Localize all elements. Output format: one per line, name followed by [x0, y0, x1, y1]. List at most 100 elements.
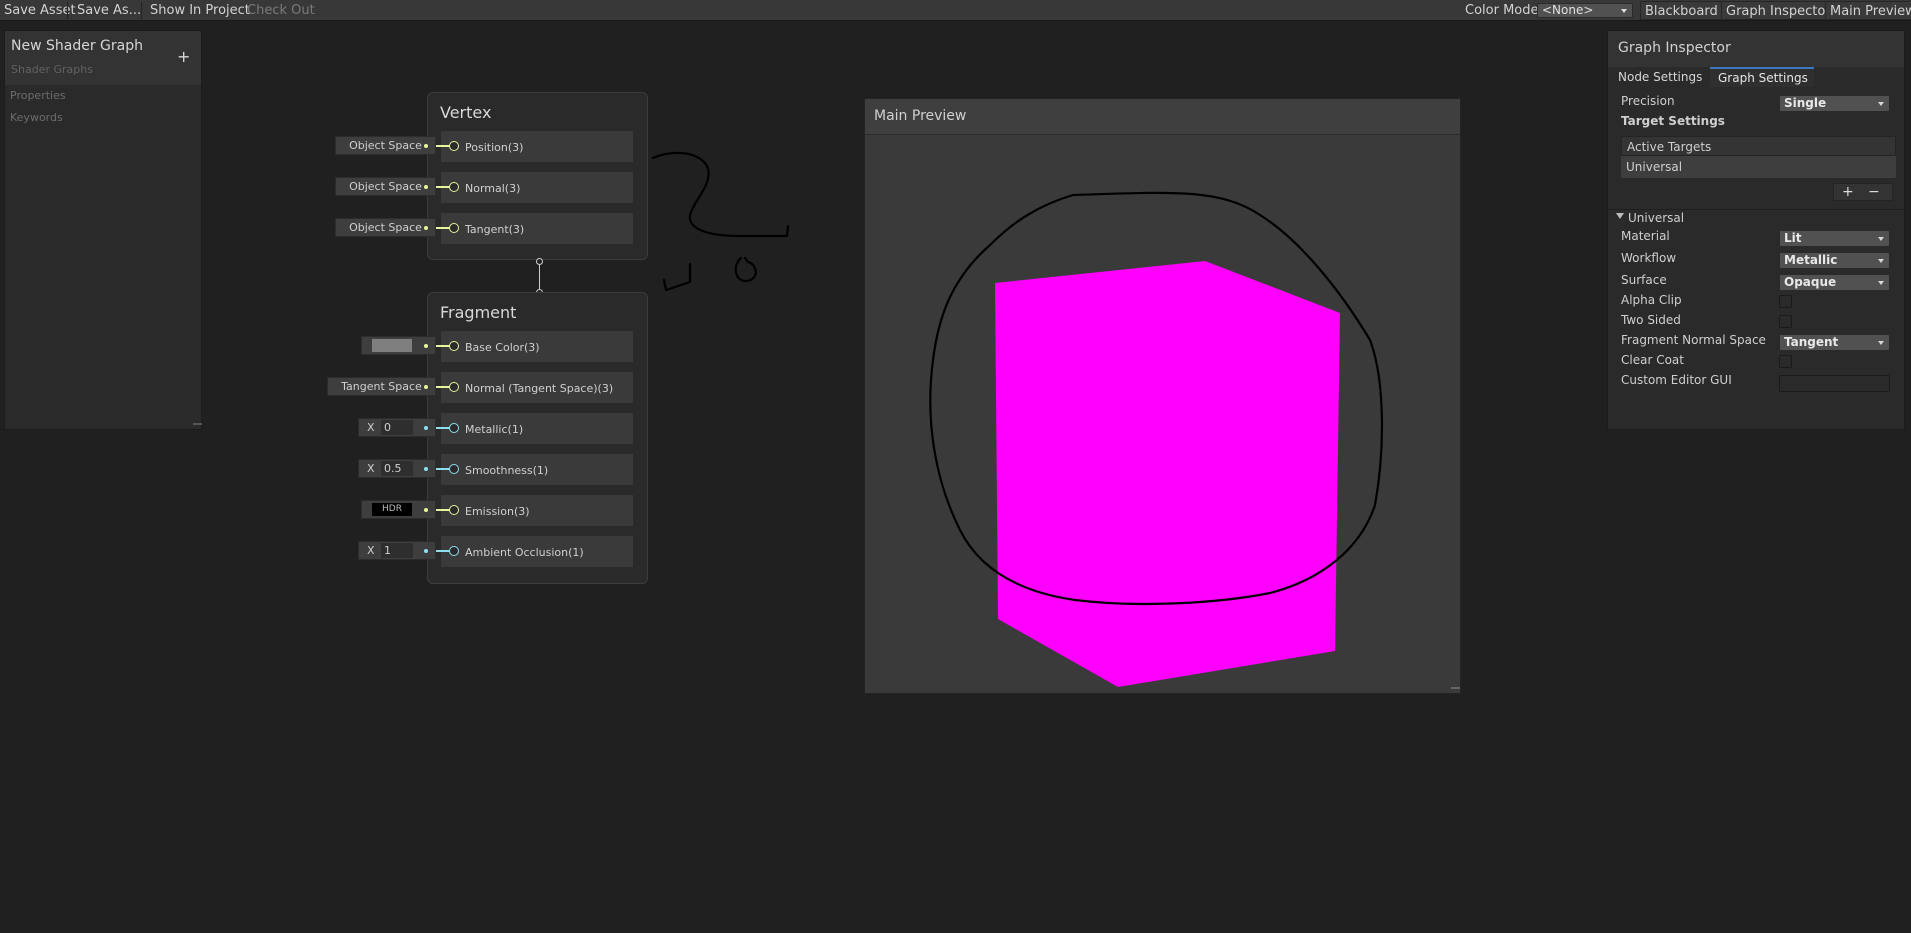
annotation-stroke	[651, 151, 790, 238]
fragment-normal-space-dropdown[interactable]: Tangent	[1779, 334, 1890, 351]
custom-editor-gui-field[interactable]	[1779, 375, 1890, 392]
fragment-normal-space-value: Tangent	[1784, 335, 1839, 349]
alpha-clip-checkbox[interactable]	[1779, 295, 1792, 308]
normal-space-input[interactable]: Tangent Space	[327, 377, 436, 396]
input-wire	[436, 227, 450, 229]
two-sided-checkbox[interactable]	[1779, 315, 1792, 328]
fragment-port-ambient-occlusion[interactable]: Ambient Occlusion(1)	[441, 536, 633, 567]
port-label: Ambient Occlusion(1)	[465, 546, 584, 559]
properties-section[interactable]: Properties	[10, 89, 66, 102]
fragment-port-smoothness[interactable]: Smoothness(1)	[441, 454, 633, 485]
x-label: X	[367, 462, 375, 475]
material-dropdown[interactable]: Lit	[1779, 230, 1890, 247]
main-preview-panel: Main Preview	[864, 98, 1461, 694]
connector-dot	[424, 508, 428, 512]
clear-coat-checkbox[interactable]	[1779, 355, 1792, 368]
tangent-space-input[interactable]: Object Space	[335, 218, 436, 237]
graph-inspector-panel: Graph Inspector Node Settings Graph Sett…	[1607, 30, 1905, 430]
color-mode-label: Color Mode	[1465, 3, 1539, 18]
vertex-port-tangent[interactable]: Tangent(3)	[441, 213, 633, 244]
port-label: Normal(3)	[465, 182, 521, 195]
check-out-button[interactable]: Check Out	[243, 1, 319, 20]
chevron-down-icon	[1878, 281, 1884, 285]
preview-cube	[995, 261, 1340, 687]
color-mode-value: <None>	[1542, 3, 1594, 17]
fragment-normal-space-label: Fragment Normal Space	[1621, 333, 1766, 347]
connector-dot	[424, 385, 428, 389]
port-circle-icon[interactable]	[449, 141, 459, 151]
port-circle-icon[interactable]	[449, 464, 459, 474]
keywords-section[interactable]: Keywords	[10, 111, 63, 124]
chevron-down-icon	[1878, 237, 1884, 241]
input-wire	[436, 345, 450, 347]
position-space-input[interactable]: Object Space	[335, 136, 436, 155]
metallic-value[interactable]: 0	[381, 420, 413, 435]
resize-handle[interactable]	[1451, 687, 1460, 689]
normal-space-input[interactable]: Object Space	[335, 177, 436, 196]
custom-editor-gui-label: Custom Editor GUI	[1621, 373, 1732, 387]
inspector-header: Graph Inspector	[1608, 31, 1904, 67]
target-list-item[interactable]: Universal	[1621, 156, 1896, 178]
inspector-title: Graph Inspector	[1618, 40, 1731, 56]
port-label: Emission(3)	[465, 505, 530, 518]
precision-dropdown[interactable]: Single	[1779, 95, 1890, 112]
material-value: Lit	[1784, 231, 1802, 245]
color-swatch[interactable]	[372, 339, 412, 352]
tab-node-settings[interactable]: Node Settings	[1618, 70, 1702, 84]
clear-coat-label: Clear Coat	[1621, 353, 1684, 367]
main-preview-toggle[interactable]: Main Preview	[1825, 1, 1911, 20]
port-circle-icon[interactable]	[449, 423, 459, 433]
port-circle-icon[interactable]	[449, 223, 459, 233]
port-circle-icon[interactable]	[449, 382, 459, 392]
add-property-button[interactable]: +	[177, 47, 190, 66]
target-item-label: Universal	[1626, 160, 1683, 174]
port-label: Smoothness(1)	[465, 464, 549, 477]
blackboard-toggle[interactable]: Blackboard	[1640, 1, 1723, 20]
surface-label: Surface	[1621, 273, 1667, 287]
color-mode-dropdown[interactable]: <None>	[1537, 3, 1633, 18]
ambient-occlusion-value[interactable]: 1	[381, 543, 413, 558]
connector-dot	[424, 344, 428, 348]
port-circle-icon[interactable]	[449, 182, 459, 192]
fragment-port-base-color[interactable]: Base Color(3)	[441, 331, 633, 362]
save-as-button[interactable]: Save As...	[73, 1, 145, 20]
target-settings-heading: Target Settings	[1621, 114, 1725, 128]
workflow-dropdown[interactable]: Metallic	[1779, 252, 1890, 269]
smoothness-value[interactable]: 0.5	[381, 461, 413, 476]
graph-inspector-toggle[interactable]: Graph Inspector	[1721, 1, 1836, 20]
chevron-down-icon	[1878, 259, 1884, 263]
two-sided-label: Two Sided	[1621, 313, 1681, 327]
annotation-stroke	[734, 256, 757, 283]
input-wire	[436, 145, 450, 147]
add-target-button[interactable]: +	[1842, 184, 1854, 200]
universal-foldout[interactable]: Universal	[1628, 211, 1684, 225]
fragment-port-emission[interactable]: Emission(3)	[441, 495, 633, 526]
fragment-port-normal[interactable]: Normal (Tangent Space)(3)	[441, 372, 633, 403]
vertex-port-position[interactable]: Position(3)	[441, 131, 633, 162]
toolbar: Save Asset Save As... Show In Project Ch…	[0, 0, 1911, 21]
remove-target-button[interactable]: −	[1868, 184, 1880, 200]
port-circle-icon[interactable]	[449, 505, 459, 515]
precision-label: Precision	[1621, 94, 1675, 108]
surface-dropdown[interactable]: Opaque	[1779, 274, 1890, 291]
preview-viewport[interactable]	[865, 135, 1460, 693]
resize-handle[interactable]	[193, 423, 202, 425]
fragment-port-metallic[interactable]: Metallic(1)	[441, 413, 633, 444]
port-circle-icon[interactable]	[449, 341, 459, 351]
foldout-arrow-icon[interactable]	[1616, 213, 1624, 219]
active-targets-header: Active Targets	[1621, 136, 1896, 156]
port-label: Normal (Tangent Space)(3)	[465, 382, 614, 395]
vertex-port-normal[interactable]: Normal(3)	[441, 172, 633, 203]
toolbar-divider	[141, 2, 142, 19]
port-circle-icon[interactable]	[449, 546, 459, 556]
show-in-project-button[interactable]: Show In Project	[146, 1, 254, 20]
context-connector-line	[539, 265, 540, 289]
input-wire	[436, 427, 450, 429]
connector-dot	[424, 467, 428, 471]
tab-graph-settings[interactable]: Graph Settings	[1710, 67, 1814, 87]
connector-dot	[424, 185, 428, 189]
hdr-swatch[interactable]: HDR	[372, 503, 412, 516]
preview-header[interactable]: Main Preview	[865, 99, 1460, 135]
x-label: X	[367, 421, 375, 434]
precision-value: Single	[1784, 96, 1827, 110]
